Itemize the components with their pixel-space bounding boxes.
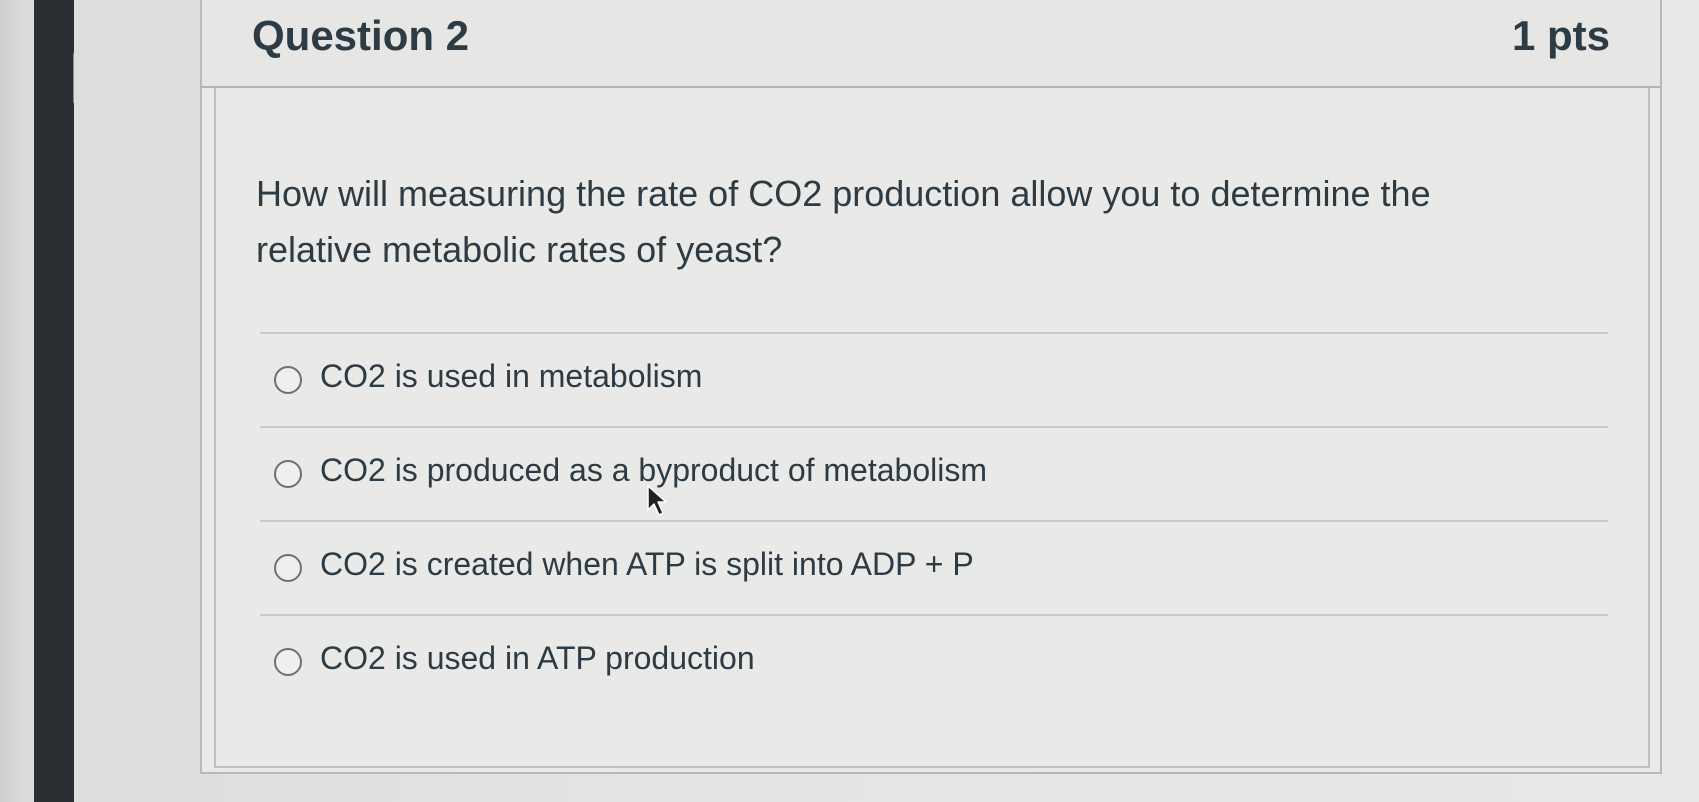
question-card: Question 2 1 pts How will measuring the … — [200, 0, 1662, 774]
question-body: How will measuring the rate of CO2 produ… — [214, 88, 1650, 768]
radio-button[interactable] — [274, 366, 302, 394]
answer-option-3[interactable]: CO2 is created when ATP is split into AD… — [260, 522, 1608, 616]
answer-option-2[interactable]: CO2 is produced as a byproduct of metabo… — [260, 428, 1608, 522]
answer-label[interactable]: CO2 is created when ATP is split into AD… — [320, 546, 974, 583]
mouse-pointer-icon — [647, 485, 667, 516]
question-points: 1 pts — [1511, 12, 1610, 59]
radio-button[interactable] — [274, 648, 302, 676]
answer-list: CO2 is used in metabolism CO2 is produce… — [260, 332, 1608, 710]
radio-button[interactable] — [274, 460, 302, 488]
question-text: How will measuring the rate of CO2 produ… — [256, 173, 1431, 270]
answer-label[interactable]: CO2 is used in metabolism — [320, 358, 702, 395]
left-navigation-rail — [34, 0, 83, 802]
answer-label[interactable]: CO2 is used in ATP production — [320, 640, 755, 677]
question-header: Question 2 1 pts — [202, 0, 1660, 88]
question-gutter — [74, 0, 246, 802]
radio-button[interactable] — [274, 554, 302, 582]
question-title: Question 2 — [252, 12, 470, 59]
answer-option-1[interactable]: CO2 is used in metabolism — [260, 334, 1608, 428]
answer-option-4[interactable]: CO2 is used in ATP production — [260, 616, 1608, 710]
screen-bezel — [0, 0, 20, 802]
